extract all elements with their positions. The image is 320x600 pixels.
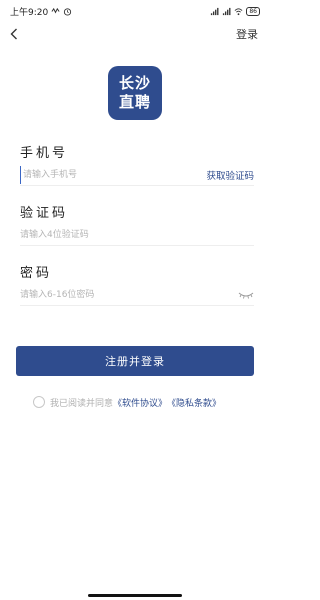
status-right: 86 (210, 6, 260, 16)
code-row (20, 224, 254, 246)
logo-line-1: 长沙 (118, 74, 151, 92)
get-code-button[interactable]: 获取验证码 (206, 168, 254, 182)
agreement-row: 我已阅读并同意 《软件协议》 《隐私条款》 (33, 395, 221, 409)
password-label: 密码 (20, 266, 53, 281)
phone-row: 获取验证码 (20, 164, 254, 186)
wifi-icon (234, 7, 243, 15)
nav-bar: 登录 (0, 24, 270, 44)
status-time: 上午9:20 (10, 7, 49, 18)
alarm-icon (64, 7, 72, 16)
code-label: 验证码 (20, 206, 69, 221)
privacy-policy-link[interactable]: 《隐私条款》 (167, 396, 221, 409)
password-input[interactable] (20, 285, 180, 304)
status-left: 上午9:20 (10, 5, 72, 18)
verification-code-input[interactable] (20, 225, 180, 244)
login-link[interactable]: 登录 (236, 26, 258, 42)
logo-line-2: 直聘 (118, 93, 151, 111)
phone-label: 手机号 (20, 146, 69, 161)
agreement-text: 我已阅读并同意 (50, 398, 114, 409)
agreement-checkbox[interactable] (33, 396, 45, 408)
signal-icon (211, 7, 219, 15)
home-indicator[interactable] (88, 594, 182, 597)
signal-icon (223, 7, 231, 15)
phone-input[interactable] (20, 165, 180, 184)
app-logo: 长沙 直聘 (108, 66, 162, 120)
battery-icon: 86 (246, 6, 260, 16)
password-row (20, 284, 254, 306)
chevron-left-icon[interactable] (10, 27, 22, 41)
status-bar: 上午9:20 86 (0, 0, 270, 22)
software-agreement-link[interactable]: 《软件协议》 (113, 396, 167, 409)
register-login-button[interactable]: 注册并登录 (16, 346, 254, 376)
eye-closed-icon[interactable] (238, 290, 254, 300)
notification-icon (51, 7, 60, 14)
